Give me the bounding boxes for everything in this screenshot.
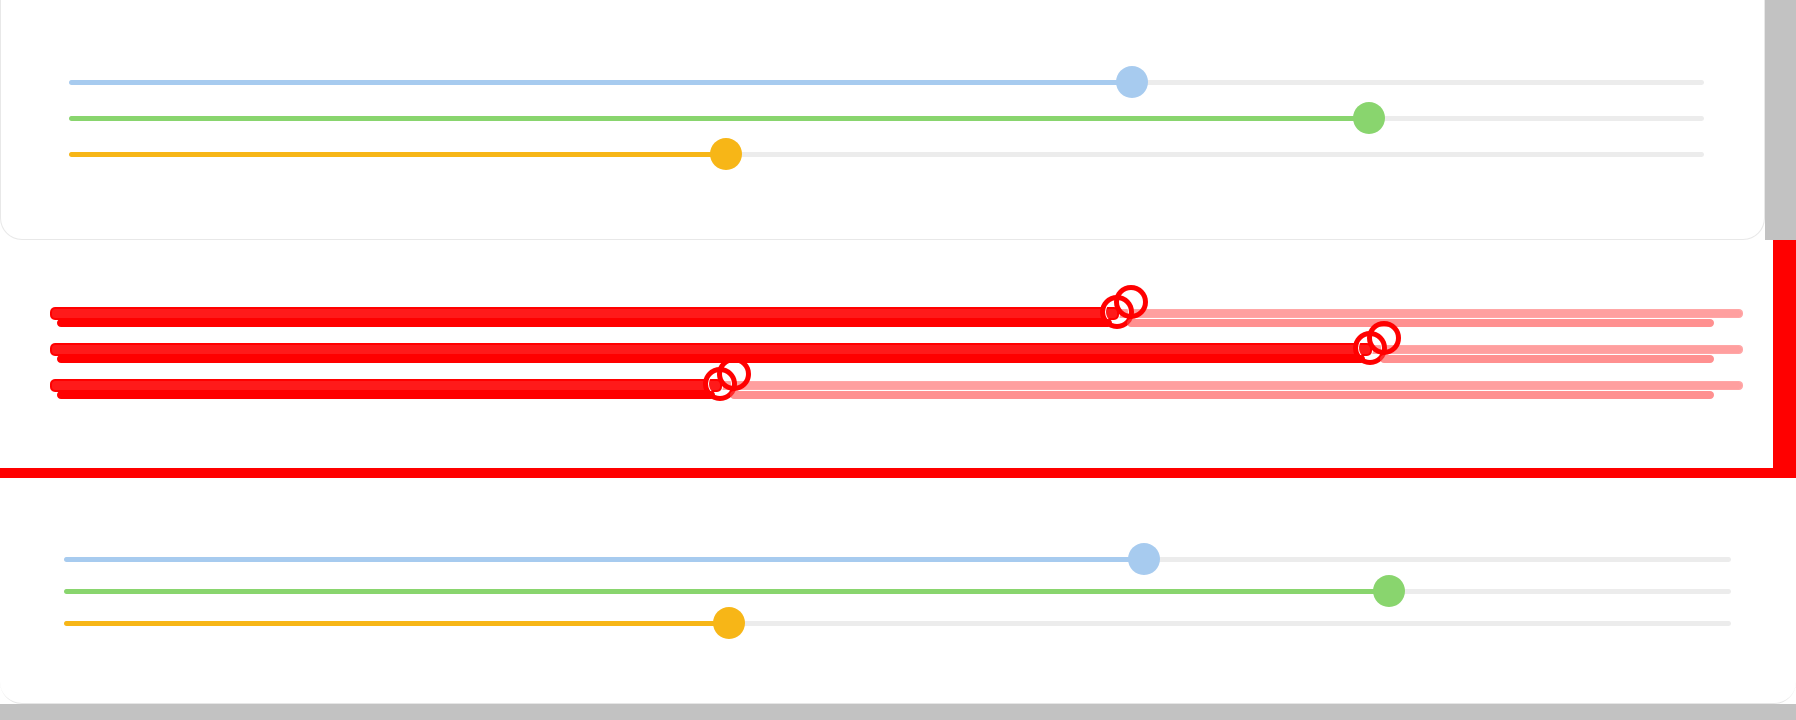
slider-handle[interactable] [1115, 66, 1148, 98]
slider-green[interactable] [69, 102, 1704, 134]
slider-fill [69, 116, 1369, 121]
highlight-frame-right [1773, 240, 1796, 476]
slider-orange[interactable] [64, 607, 1731, 639]
slider-blue[interactable] [64, 543, 1731, 575]
slider-handle[interactable] [1373, 575, 1406, 607]
scrollbar-gutter [1765, 0, 1796, 240]
scrollbar-gutter-bottom [0, 704, 1796, 720]
slider-fill [69, 80, 1132, 85]
slider-fill-ghost [57, 391, 715, 399]
slider-green[interactable] [64, 575, 1731, 607]
slider-fill-ghost [57, 355, 1366, 363]
slider-handle-ghost [1367, 321, 1402, 355]
slider-panel-highlighted [0, 240, 1796, 480]
slider-fill [52, 345, 1371, 354]
slider-handle-ghost [716, 357, 751, 391]
slider-fill [52, 381, 720, 390]
slider-fill [52, 309, 1117, 318]
slider-handle[interactable] [713, 607, 746, 639]
slider-handle-ghost [1113, 285, 1148, 319]
slider-rail-ghost [729, 391, 1714, 399]
slider-orange[interactable] [69, 138, 1704, 170]
slider-fill [64, 621, 730, 626]
slider-panel-bottom [0, 480, 1796, 704]
slider-fill [64, 557, 1145, 562]
slider-blue[interactable] [52, 285, 1742, 329]
highlight-frame-bottom [0, 468, 1796, 478]
slider-rail-ghost [1126, 319, 1714, 327]
slider-fill [64, 589, 1390, 594]
slider-orange[interactable] [52, 357, 1742, 401]
slider-fill-ghost [57, 319, 1112, 327]
slider-rail-ghost [1380, 355, 1714, 363]
slider-handle[interactable] [1128, 543, 1161, 575]
slider-handle[interactable] [710, 138, 743, 170]
slider-handle[interactable] [1352, 102, 1385, 134]
slider-blue[interactable] [69, 66, 1704, 98]
slider-fill [69, 152, 727, 157]
slider-green[interactable] [52, 321, 1742, 365]
slider-panel-top [0, 0, 1765, 240]
